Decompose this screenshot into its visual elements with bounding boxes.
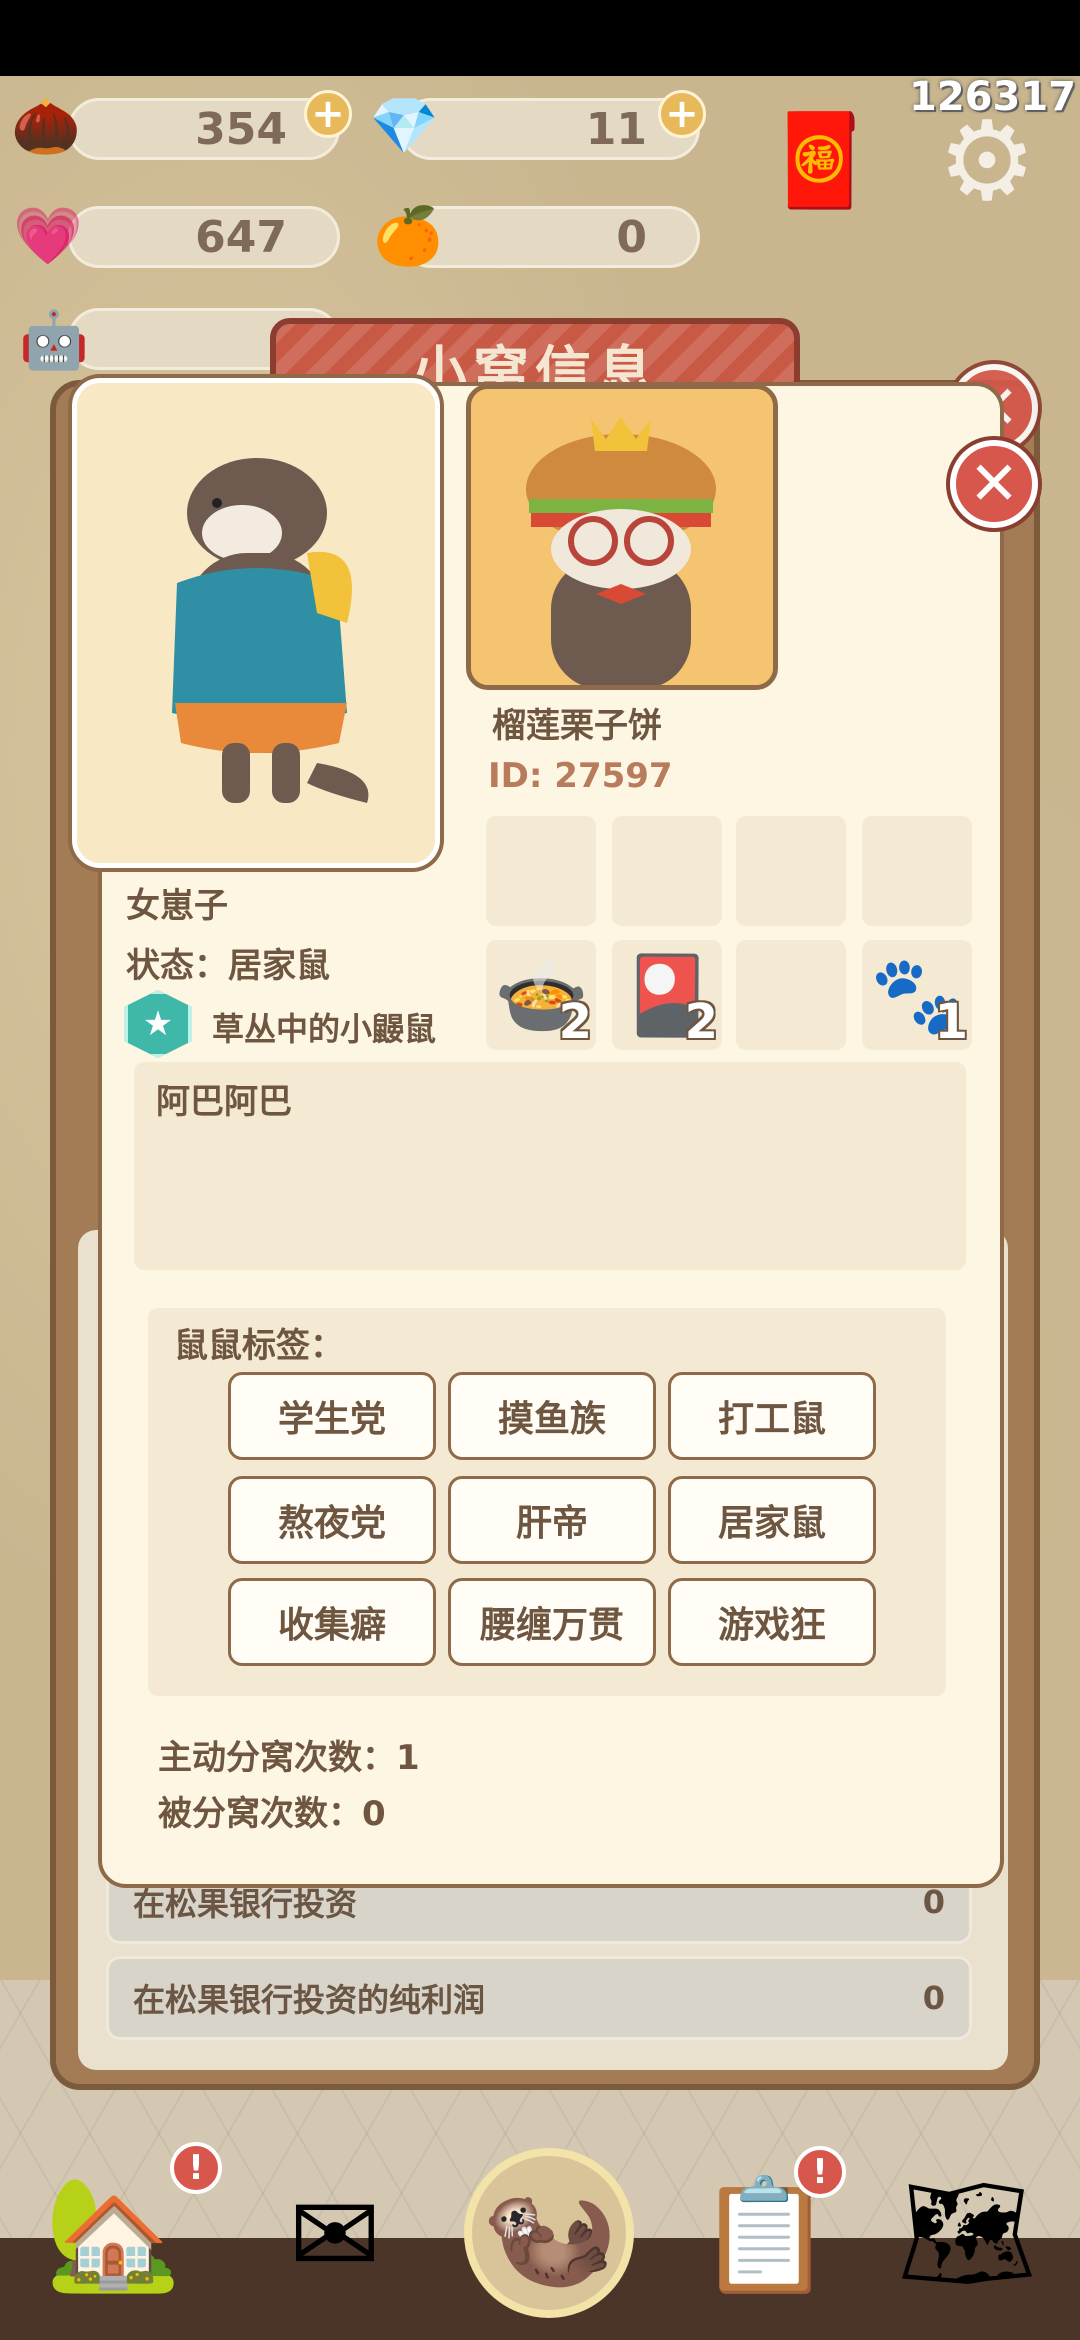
paw-count: 1 [934,994,968,1050]
user-nickname: 女崽子 [126,886,228,926]
otter-hoodie-illustration [172,458,369,803]
add-acorn-button[interactable]: + [304,90,352,138]
passive-split-count: 被分窝次数：0 [158,1794,386,1834]
heart-count: 647 [195,211,287,263]
character-portrait [72,378,440,868]
tasks-alert-icon: ! [794,2146,846,2198]
nav-mail-button[interactable]: ✉ [250,2150,420,2320]
nav-map-button[interactable]: 🗺 [882,2148,1052,2318]
item-slot-paw[interactable]: 🐾 1 [862,940,972,1050]
crystal-count: 11 [585,103,647,155]
pot-count: 2 [558,994,592,1050]
item-slot-cards[interactable]: 🎴 2 [612,940,722,1050]
orange-icon: 🍊 [373,204,443,269]
item-slot-empty [736,940,846,1050]
robot-icon: 🤖 [19,308,89,373]
cards-count: 2 [684,994,718,1050]
nav-main-button[interactable]: 🦦 [464,2148,634,2318]
bank-profit-label: 在松果银行投资的纯利润 [133,1981,486,2019]
tag-item: 收集癖 [228,1578,436,1666]
acorn-resource-bar[interactable]: 354 [68,98,340,160]
item-slot-pot[interactable]: 🍲 2 [486,940,596,1050]
heart-icon: 💗 [13,204,83,269]
tag-item: 肝帝 [448,1476,656,1564]
bank-profit-row: 在松果银行投资的纯利润 0 [106,1956,972,2040]
tag-item: 游戏狂 [668,1578,876,1666]
add-crystal-button[interactable]: + [658,90,706,138]
otter-burger-avatar-illustration [471,389,773,685]
item-slot-empty [486,816,596,926]
map-pin-icon: 🗺 [897,2168,1037,2297]
otter-face-icon: 🦦 [480,2168,618,2297]
orange-count: 0 [616,211,647,263]
tag-item: 打工鼠 [668,1372,876,1460]
envelope-icon: ✉ [288,2171,382,2299]
tag-item: 腰缠万贯 [448,1578,656,1666]
user-title: 草丛中的小鼹鼠 [212,1010,437,1048]
crystal-icon: 💎 [369,94,439,159]
user-name: 榴莲栗子饼 [492,706,662,746]
active-split-count: 主动分窝次数：1 [158,1738,420,1778]
acorn-count: 354 [195,103,287,155]
user-id: ID: 27597 [488,756,673,796]
tag-item: 学生党 [228,1372,436,1460]
bank-invest-value: 0 [922,1883,945,1921]
user-status: 状态：居家鼠 [126,946,330,986]
crystal-resource-bar[interactable]: 11 [400,98,700,160]
settings-gear-icon[interactable]: ⚙ [922,96,1052,226]
bank-profit-value: 0 [922,1979,945,2017]
user-avatar [466,384,778,690]
house-icon: 🏡 [44,2168,182,2297]
heart-resource-bar: 647 [68,206,340,268]
close-button[interactable]: ✕ [950,440,1038,528]
item-slot-empty [736,816,846,926]
tag-item: 居家鼠 [668,1476,876,1564]
home-alert-icon: ! [170,2142,222,2194]
acorn-icon: 🌰 [11,94,81,159]
item-slot-empty [862,816,972,926]
red-envelope-icon[interactable]: 🧧 [760,100,880,220]
tag-item: 摸鱼族 [448,1372,656,1460]
item-slot-empty [612,816,722,926]
signature-box: 阿巴阿巴 [134,1062,966,1270]
tags-header: 鼠鼠标签： [174,1326,344,1366]
signature-text: 阿巴阿巴 [156,1082,292,1122]
tag-item: 熬夜党 [228,1476,436,1564]
